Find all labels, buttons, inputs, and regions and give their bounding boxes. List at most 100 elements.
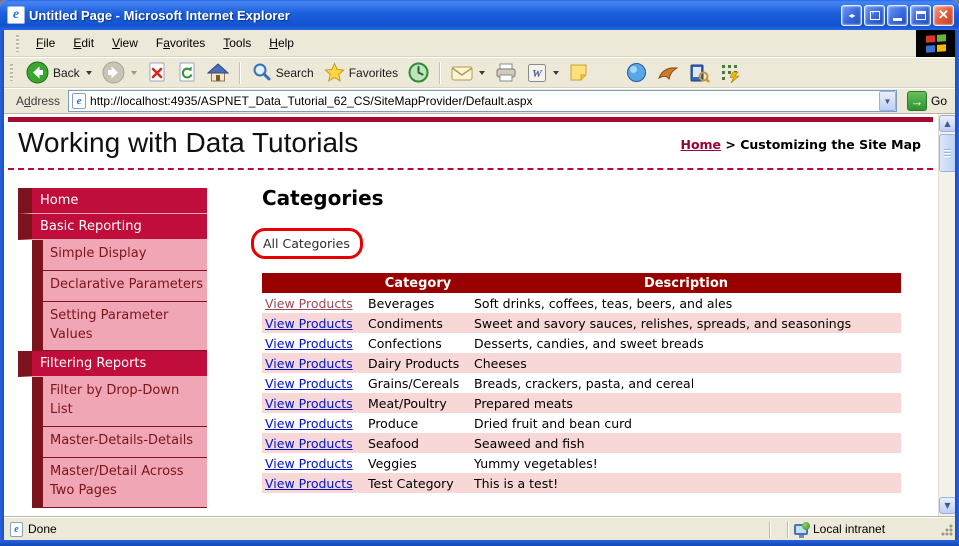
- status-separator: [787, 520, 789, 538]
- address-input[interactable]: e http://localhost:4935/ASPNET_Data_Tuto…: [68, 90, 897, 112]
- breadcrumb-current: Customizing the Site Map: [740, 137, 921, 152]
- view-products-cell: View Products: [262, 293, 365, 313]
- view-products-link[interactable]: View Products: [265, 356, 353, 371]
- minimize-button[interactable]: [887, 4, 908, 26]
- scrollbar-thumb[interactable]: [939, 134, 955, 172]
- window-border-bottom: [0, 540, 959, 546]
- toolbar-grip[interactable]: [10, 64, 13, 81]
- toolbar-separator: [439, 61, 442, 84]
- table-header-row: Category Description: [262, 273, 901, 293]
- breadcrumb-separator: >: [721, 137, 741, 152]
- sidebar-item-basic-reporting[interactable]: Basic Reporting: [18, 214, 207, 240]
- column-header-category: Category: [365, 273, 471, 293]
- back-icon: [26, 61, 49, 84]
- menu-tools[interactable]: Tools: [214, 31, 260, 55]
- messenger-globe-icon: [627, 63, 647, 82]
- view-products-cell: View Products: [262, 413, 365, 433]
- forward-button[interactable]: [97, 59, 142, 86]
- address-label: Address: [16, 94, 61, 108]
- page-content: Working with Data Tutorials Home > Custo…: [4, 114, 955, 517]
- messenger-button[interactable]: [621, 60, 652, 85]
- window-undock-button[interactable]: [864, 4, 885, 26]
- menu-edit[interactable]: Edit: [64, 31, 103, 55]
- all-categories-label[interactable]: All Categories: [254, 236, 350, 251]
- menu-file[interactable]: File: [27, 31, 64, 55]
- sidebar-item-master-detail-across-two-pages[interactable]: Master/Detail Across Two Pages: [32, 457, 207, 508]
- sidebar-item-master-details-details[interactable]: Master-Details-Details: [32, 427, 207, 458]
- mail-dropdown-icon[interactable]: [479, 70, 486, 75]
- view-products-link[interactable]: View Products: [265, 336, 353, 351]
- page-title: Categories: [262, 186, 384, 210]
- view-products-link[interactable]: View Products: [265, 396, 353, 411]
- edit-with-word-button[interactable]: W: [522, 61, 564, 85]
- forward-dropdown-icon[interactable]: [130, 70, 137, 75]
- mail-button[interactable]: [446, 62, 490, 84]
- view-products-link[interactable]: View Products: [265, 376, 353, 391]
- view-products-link[interactable]: View Products: [265, 296, 353, 311]
- address-dropdown-button[interactable]: ▼: [878, 91, 896, 111]
- view-products-link[interactable]: View Products: [265, 316, 353, 331]
- table-row: View Products Dairy Products Cheeses: [262, 353, 901, 373]
- view-products-link[interactable]: View Products: [265, 476, 353, 491]
- description-cell: Cheeses: [471, 353, 901, 373]
- menu-favorites[interactable]: Favorites: [147, 31, 214, 55]
- pixel-grid-lightning-button[interactable]: [715, 61, 746, 85]
- column-header-description: Description: [471, 273, 901, 293]
- table-row: View Products Grains/Cereals Breads, crack…: [262, 373, 901, 393]
- menu-help[interactable]: Help: [260, 31, 303, 55]
- description-cell: Soft drinks, coffees, teas, beers, and a…: [474, 295, 733, 311]
- resize-grip[interactable]: [940, 522, 953, 536]
- menu-view[interactable]: View: [103, 31, 147, 55]
- page-top-rule: [8, 117, 933, 122]
- sidebar-item-declarative-parameters[interactable]: Declarative Parameters: [32, 270, 207, 302]
- maximize-button[interactable]: [910, 4, 931, 26]
- category-cell: Test Category: [365, 473, 471, 493]
- go-button[interactable]: → Go: [903, 90, 951, 112]
- close-button[interactable]: ✕: [933, 4, 954, 26]
- browser-window: e Untitled Page - Microsoft Internet Exp…: [0, 0, 959, 546]
- scrollbar-down-button[interactable]: ▼: [939, 497, 955, 514]
- table-row: View Products Confections Desserts, candie…: [262, 333, 901, 353]
- description-cell: Seaweed and fish: [471, 433, 901, 453]
- sidebar-item-home[interactable]: Home: [18, 188, 207, 214]
- back-button[interactable]: Back: [21, 59, 97, 86]
- refresh-button[interactable]: [172, 60, 202, 85]
- word-dropdown-icon[interactable]: [553, 70, 560, 75]
- home-button[interactable]: [202, 60, 234, 85]
- sidebar-item-filtering-reports[interactable]: Filtering Reports: [18, 351, 207, 378]
- back-dropdown-icon[interactable]: [85, 70, 92, 75]
- sidebar-item-filter-by-drop-down-list[interactable]: Filter by Drop-Down List: [32, 377, 207, 428]
- scrollbar-up-button[interactable]: ▲: [939, 115, 955, 132]
- menu-bar-grip[interactable]: [16, 34, 19, 52]
- view-products-link[interactable]: View Products: [265, 436, 353, 451]
- research-button[interactable]: [684, 61, 715, 85]
- breadcrumb-home-link[interactable]: Home: [680, 137, 721, 152]
- windows-logo-throbber: [916, 30, 955, 57]
- close-icon: ✕: [938, 7, 949, 22]
- media-bird-button[interactable]: [652, 62, 684, 84]
- vertical-scrollbar[interactable]: ▲ ▼: [938, 114, 955, 517]
- status-page-icon: e: [10, 521, 23, 537]
- search-button[interactable]: Search: [246, 60, 319, 85]
- print-button[interactable]: [490, 61, 522, 85]
- window-title: Untitled Page - Microsoft Internet Explo…: [29, 7, 290, 23]
- description-cell: Yummy vegetables!: [474, 455, 598, 471]
- category-cell: Condiments: [365, 313, 471, 333]
- stop-button[interactable]: [142, 60, 172, 85]
- security-zone-panel: Local intranet: [790, 520, 938, 539]
- table-row: View Products Test Category This is a test…: [262, 473, 901, 493]
- title-bar[interactable]: e Untitled Page - Microsoft Internet Exp…: [0, 0, 959, 30]
- window-dock-button[interactable]: ◂▸: [841, 4, 862, 26]
- sidebar-item-setting-parameter-values[interactable]: Setting Parameter Values: [32, 301, 207, 352]
- view-products-link[interactable]: View Products: [265, 456, 353, 471]
- description-cell: Sweet and savory sauces, relishes, sprea…: [471, 313, 901, 333]
- view-products-link[interactable]: View Products: [265, 416, 353, 431]
- description-cell: This is a test!: [471, 473, 901, 493]
- sidebar-menu: Home Basic Reporting Simple Display Declara…: [18, 188, 207, 508]
- notes-button[interactable]: [564, 61, 593, 84]
- favorites-button[interactable]: Favorites: [319, 60, 403, 85]
- sidebar-item-simple-display[interactable]: Simple Display: [32, 240, 207, 271]
- undock-icon: [869, 8, 880, 20]
- breadcrumb: Home > Customizing the Site Map: [680, 137, 921, 152]
- history-button[interactable]: [403, 60, 434, 85]
